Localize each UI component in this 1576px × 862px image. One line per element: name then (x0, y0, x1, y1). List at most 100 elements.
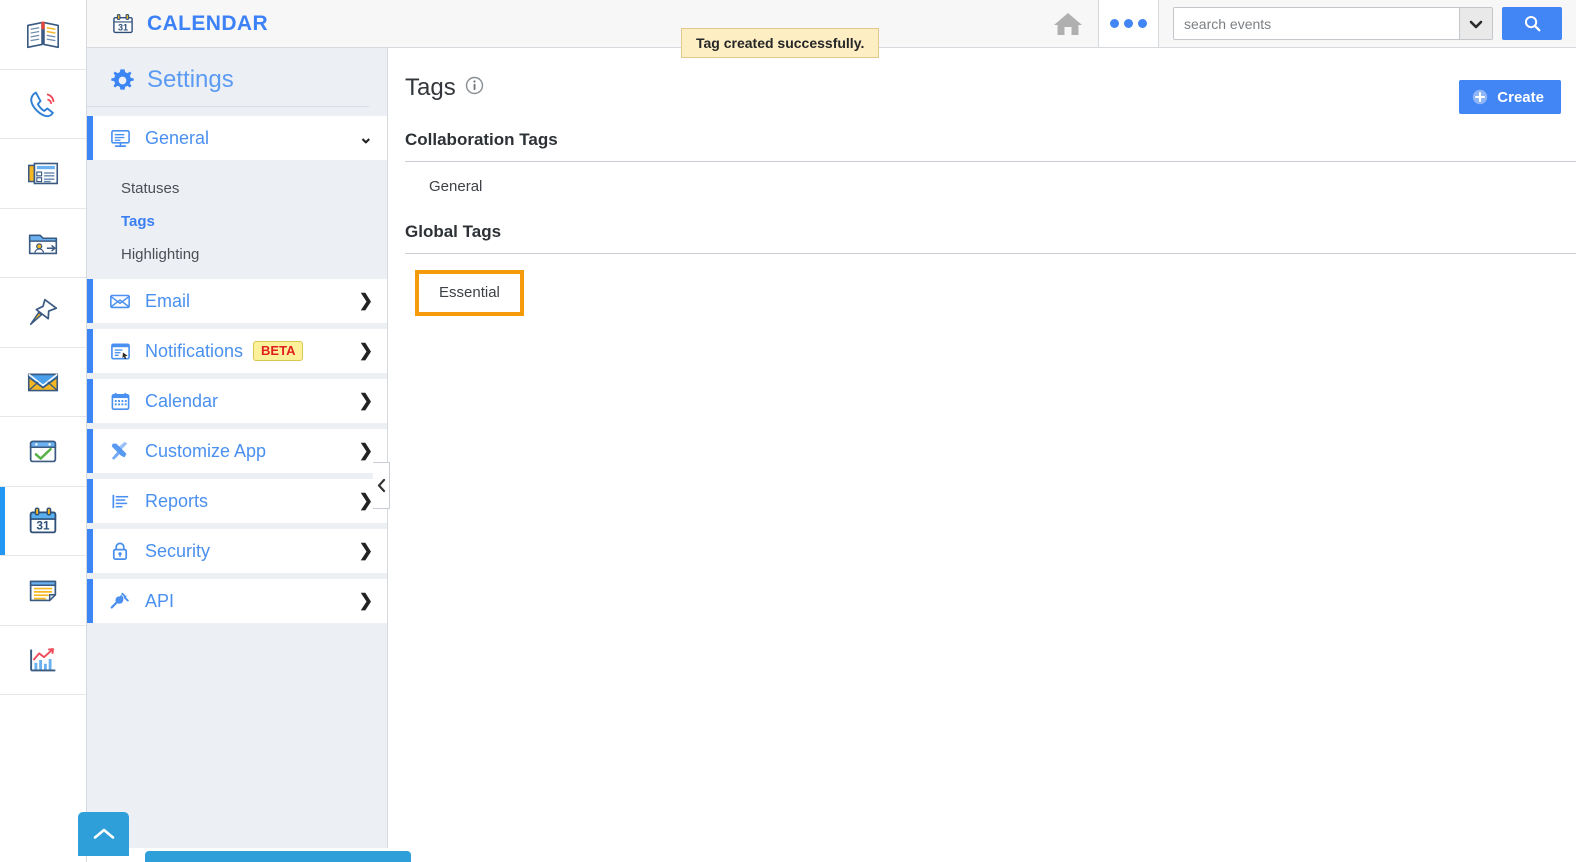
toast-notification: Tag created successfully. (681, 28, 879, 58)
settings-menu-item-email[interactable]: Email ❯ (87, 279, 387, 323)
settings-menu-label: API (145, 591, 174, 612)
report-lines-icon (109, 491, 131, 512)
search-input[interactable] (1174, 8, 1459, 39)
settings-menu-label: Customize App (145, 441, 266, 462)
ellipsis-icon (1110, 19, 1147, 28)
news-icon (24, 154, 62, 192)
more-options-button[interactable] (1098, 0, 1158, 47)
rail-item-calendar[interactable]: 31 (0, 487, 86, 557)
rail-item-mail[interactable] (0, 348, 86, 418)
search-field (1173, 7, 1493, 40)
screen-icon (109, 128, 131, 149)
rail-item-notes[interactable] (0, 556, 86, 626)
home-button[interactable] (1038, 0, 1098, 47)
section-title-global-tags: Global Tags (389, 222, 1576, 242)
search-button[interactable] (1502, 7, 1562, 40)
tag-list-global: Essential (389, 254, 1576, 316)
rail-item-tasks[interactable] (0, 417, 86, 487)
bottom-status-bar (145, 851, 411, 862)
chevron-right-icon: ❯ (359, 591, 373, 611)
settings-menu-item-general[interactable]: General ⌄ (87, 116, 387, 160)
app-window: 31 (0, 0, 1576, 862)
home-icon (1051, 9, 1085, 39)
tag-item-essential[interactable]: Essential (439, 284, 500, 301)
contact-folder-icon (24, 224, 62, 262)
svg-text:31: 31 (118, 22, 128, 32)
chevron-right-icon: ❯ (359, 391, 373, 411)
calendar-31-icon: 31 (24, 502, 62, 540)
settings-menu-item-customize-app[interactable]: Customize App ❯ (87, 429, 387, 473)
page-title: Tags (405, 74, 456, 102)
settings-header: Settings (87, 48, 369, 107)
chevron-down-icon (1468, 16, 1484, 32)
beta-badge: BETA (253, 341, 303, 361)
chevron-up-icon (91, 825, 117, 843)
scroll-to-top-button[interactable] (78, 812, 129, 856)
settings-menu-label: Security (145, 541, 210, 562)
chart-icon (24, 641, 62, 679)
settings-menu-item-notifications[interactable]: Notifications BETA ❯ (87, 329, 387, 373)
submenu-item-highlighting[interactable]: Highlighting (87, 238, 387, 271)
rail-item-reports[interactable] (0, 626, 86, 696)
chevron-right-icon: ❯ (359, 441, 373, 461)
search-area (1158, 0, 1576, 47)
settings-menu-item-api[interactable]: API ❯ (87, 579, 387, 623)
settings-menu-item-reports[interactable]: Reports ❯ (87, 479, 387, 523)
settings-menu: General ⌄ Statuses Tags Highlighting Ema… (87, 107, 387, 623)
rail-item-pinned[interactable] (0, 278, 86, 348)
chevron-down-icon: ⌄ (359, 128, 373, 148)
settings-menu-label: Reports (145, 491, 208, 512)
envelope-icon (24, 363, 62, 401)
calendar-31-icon: 31 (109, 10, 137, 38)
chevron-right-icon: ❯ (359, 541, 373, 561)
settings-menu-item-security[interactable]: Security ❯ (87, 529, 387, 573)
settings-menu-label: Calendar (145, 391, 218, 412)
settings-menu-label: Email (145, 291, 190, 312)
app-rail: 31 (0, 0, 87, 862)
section-title-collaboration-tags: Collaboration Tags (389, 130, 1576, 150)
create-button-label: Create (1497, 89, 1544, 106)
settings-menu-label: Notifications (145, 341, 243, 362)
settings-title: Settings (147, 66, 234, 94)
rail-item-knowledge-base[interactable] (0, 0, 86, 70)
main-content: Tags Create Collaboration Tags General (389, 48, 1576, 862)
brand-title: CALENDAR (147, 12, 268, 36)
svg-text:31: 31 (36, 518, 50, 532)
notification-window-icon (109, 341, 131, 362)
chevron-left-icon (376, 478, 387, 493)
settings-menu-item-calendar[interactable]: Calendar ❯ (87, 379, 387, 423)
submenu-item-tags[interactable]: Tags (87, 205, 387, 238)
gear-icon (109, 67, 136, 94)
rail-item-calls[interactable] (0, 70, 86, 140)
submenu-item-statuses[interactable]: Statuses (87, 172, 387, 205)
chevron-right-icon: ❯ (359, 291, 373, 311)
tools-icon (109, 440, 131, 462)
calendar-grid-icon (109, 391, 131, 412)
settings-panel: Settings General ⌄ Statuses Tags (87, 48, 388, 848)
chevron-right-icon: ❯ (359, 491, 373, 511)
plug-icon (109, 590, 131, 612)
book-icon (24, 15, 62, 53)
notes-icon (24, 571, 62, 609)
search-icon (1523, 14, 1542, 33)
chevron-right-icon: ❯ (359, 341, 373, 361)
tag-list-collaboration: General (389, 162, 1576, 196)
rail-item-contacts[interactable] (0, 209, 86, 279)
page-header: Tags (389, 48, 1576, 102)
search-scope-dropdown[interactable] (1459, 8, 1492, 39)
open-envelope-icon (109, 291, 131, 311)
rail-item-news[interactable] (0, 139, 86, 209)
tag-item-general[interactable]: General (429, 178, 482, 195)
highlight-box: Essential (415, 270, 524, 316)
general-submenu: Statuses Tags Highlighting (87, 166, 387, 279)
create-button[interactable]: Create (1459, 80, 1561, 114)
panel-collapse-handle[interactable] (373, 462, 390, 509)
settings-menu-label: General (145, 128, 209, 149)
plus-circle-icon (1472, 89, 1488, 105)
tasks-icon (24, 432, 62, 470)
phone-icon (24, 85, 62, 123)
info-icon[interactable] (465, 76, 484, 100)
lock-icon (109, 541, 131, 562)
brand[interactable]: 31 CALENDAR (87, 10, 268, 38)
pin-icon (24, 293, 62, 331)
